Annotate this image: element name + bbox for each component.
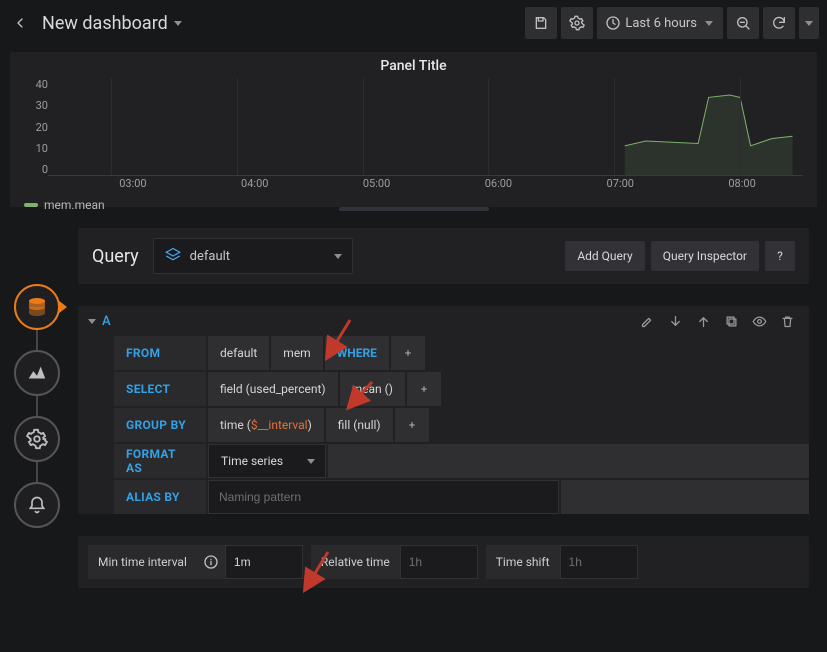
chart-area[interactable]: 403020100 03:0004:0005:0006:0007:0008:00 [24,78,803,176]
legend-swatch [24,203,38,207]
remove-query-button[interactable] [775,309,799,333]
min-interval-label: Min time interval [88,545,197,579]
select-agg[interactable]: mean () [340,372,405,406]
time-range-label: Last 6 hours [625,16,697,31]
zoom-out-button[interactable] [727,7,759,39]
min-interval-info-button[interactable] [197,545,225,579]
format-keyword: FORMAT AS [114,444,206,478]
dashboard-title[interactable]: New dashboard [42,13,168,34]
select-field[interactable]: field (used_percent) [208,372,338,406]
min-interval-input-wrap [225,545,303,579]
alias-input-wrap [208,480,559,514]
relative-time-label: Relative time [311,545,400,579]
format-select[interactable]: Time series [208,444,326,478]
save-icon [533,15,549,31]
chevron-down-icon [805,21,813,26]
from-keyword: FROM [114,336,206,370]
duplicate-query-button[interactable] [719,309,743,333]
gear-icon [569,15,585,31]
time-shift-label: Time shift [486,545,560,579]
info-icon [203,554,219,570]
move-down-button[interactable] [663,309,687,333]
query-help-button[interactable]: ? [765,241,795,271]
back-button[interactable] [8,11,32,35]
datasource-icon [164,247,182,265]
min-interval-input[interactable] [225,545,303,579]
move-up-button[interactable] [691,309,715,333]
time-shift-input[interactable] [560,545,638,579]
chevron-down-icon [705,21,713,26]
query-section-title: Query [92,246,139,267]
clock-icon [605,15,621,31]
panel-resize-handle[interactable] [339,207,489,211]
select-keyword: SELECT [114,372,206,406]
where-keyword[interactable]: WHERE [325,336,389,370]
alias-keyword: ALIAS BY [114,480,206,514]
query-row-id[interactable]: A [102,314,111,329]
dashboard-dropdown-icon[interactable] [174,21,182,26]
alias-input[interactable] [208,480,559,514]
query-inspector-button[interactable]: Query Inspector [651,241,759,271]
arrow-left-icon [12,15,28,31]
refresh-interval-button[interactable] [799,7,819,39]
groupby-keyword: GROUP BY [114,408,206,442]
sidebar-item-datasource[interactable] [14,284,60,330]
sidebar-item-alert[interactable] [14,482,60,528]
groupby-time-pre: time ( [220,418,251,432]
format-filler [328,444,809,478]
from-policy[interactable]: default [208,336,269,370]
toggle-visibility-button[interactable] [747,309,771,333]
chevron-down-icon [334,254,342,259]
groupby-time-var: $__interval [251,418,308,432]
datasource-select[interactable]: default [153,238,353,274]
legend-label[interactable]: mem.mean [44,198,105,212]
refresh-icon [771,15,787,31]
groupby-time-post: ) [308,418,312,432]
relative-time-input-wrap [400,545,478,579]
refresh-button[interactable] [763,7,795,39]
where-add-button[interactable] [391,336,425,370]
time-range-button[interactable]: Last 6 hours [597,7,723,39]
relative-time-input[interactable] [400,545,478,579]
graph-panel: Panel Title 403020100 03:0004:0005:0006:… [10,52,817,207]
sidebar-item-settings[interactable] [14,416,60,462]
groupby-add-button[interactable] [395,408,429,442]
from-measurement[interactable]: mem [271,336,322,370]
select-add-button[interactable] [407,372,441,406]
groupby-fill[interactable]: fill (null) [326,408,393,442]
time-shift-input-wrap [560,545,638,579]
zoom-out-icon [735,15,751,31]
panel-title[interactable]: Panel Title [10,52,817,78]
settings-button[interactable] [561,7,593,39]
datasource-name: default [190,249,230,264]
collapse-toggle-icon[interactable] [88,319,96,324]
save-button[interactable] [525,7,557,39]
toggle-edit-mode-button[interactable] [635,309,659,333]
groupby-time[interactable]: time ($__interval) [208,408,324,442]
alias-filler [561,480,809,514]
sidebar-item-visualization[interactable] [14,350,60,396]
format-value: Time series [221,454,283,468]
chevron-down-icon [307,459,315,464]
add-query-button[interactable]: Add Query [565,241,644,271]
